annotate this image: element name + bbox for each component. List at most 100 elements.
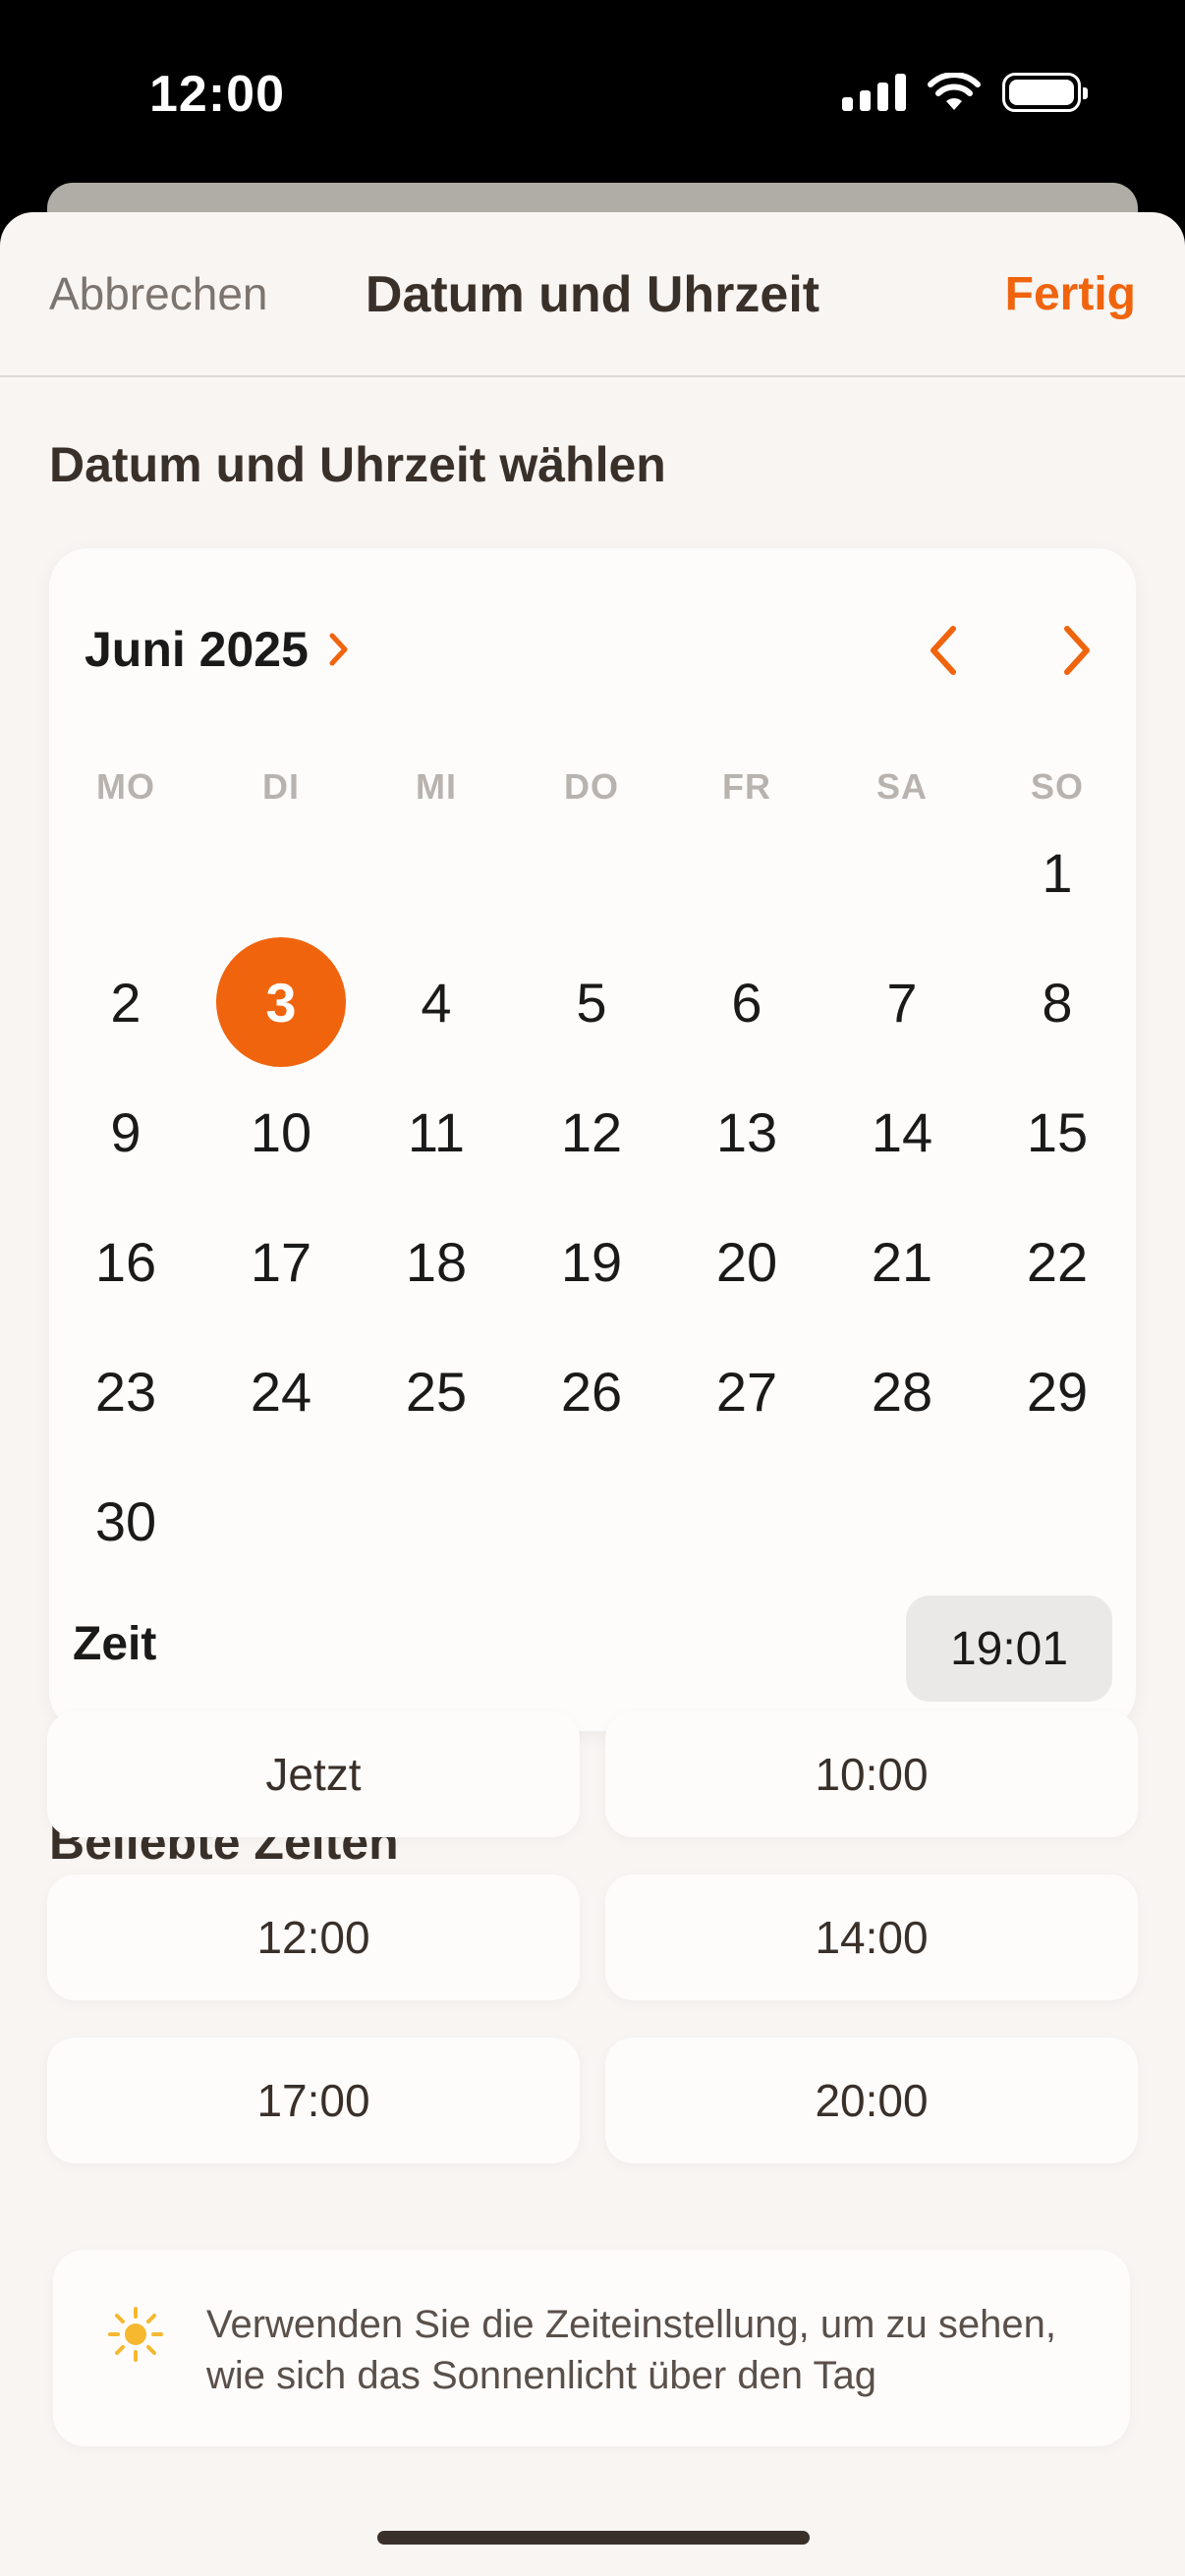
weekday-header: MO DI MI DO FR SA SO [49, 766, 1136, 808]
info-card: Verwenden Sie die Zeiteinstellung, um zu… [53, 2250, 1130, 2446]
day-number: 20 [715, 1230, 778, 1293]
day-number: 25 [405, 1360, 468, 1423]
day-empty [202, 808, 360, 937]
day-number: 2 [110, 971, 141, 1034]
day-number: 26 [560, 1360, 623, 1423]
month-selector[interactable]: Juni 2025 [85, 621, 350, 678]
day-cell[interactable]: 22 [979, 1197, 1136, 1326]
select-section-title: Datum und Uhrzeit wählen [49, 437, 666, 492]
day-number: 27 [715, 1360, 778, 1423]
popular-time-button[interactable]: 20:00 [605, 2038, 1138, 2163]
day-number: 21 [871, 1230, 933, 1293]
day-number: 22 [1026, 1230, 1089, 1293]
weekday-label: MI [416, 766, 457, 807]
month-navigation [904, 611, 1116, 690]
day-cell[interactable]: 15 [979, 1067, 1136, 1197]
day-cell[interactable]: 2 [47, 937, 204, 1067]
day-cell[interactable]: 14 [823, 1067, 981, 1197]
popular-time-button[interactable]: 12:00 [47, 1875, 580, 2000]
weekday-label: SO [1030, 766, 1084, 807]
popular-time-button[interactable]: 10:00 [605, 1711, 1138, 1837]
month-label: Juni 2025 [85, 622, 309, 677]
time-picker-button[interactable]: 19:01 [906, 1596, 1112, 1702]
day-cell[interactable]: 7 [823, 937, 981, 1067]
day-number: 12 [560, 1100, 623, 1163]
time-row: Zeit 19:01 [73, 1596, 1112, 1704]
day-number: 9 [110, 1100, 141, 1163]
previous-month-button[interactable] [904, 611, 983, 690]
day-cell[interactable]: 8 [979, 937, 1136, 1067]
day-cell[interactable]: 10 [202, 1067, 360, 1197]
day-number: 4 [421, 971, 452, 1034]
day-number: 23 [94, 1360, 157, 1423]
day-cell[interactable]: 27 [668, 1326, 825, 1456]
day-number: 1 [1042, 841, 1073, 904]
home-indicator[interactable] [377, 2531, 810, 2545]
day-cell[interactable]: 5 [513, 937, 670, 1067]
day-cell[interactable]: 25 [358, 1326, 515, 1456]
day-cell[interactable]: 18 [358, 1197, 515, 1326]
day-empty [513, 808, 670, 937]
day-empty [47, 808, 204, 937]
day-cell[interactable]: 16 [47, 1197, 204, 1326]
day-cell[interactable]: 26 [513, 1326, 670, 1456]
day-cell[interactable]: 19 [513, 1197, 670, 1326]
popular-time-button[interactable]: 17:00 [47, 2038, 580, 2163]
day-number: 18 [405, 1230, 468, 1293]
day-cell-selected[interactable]: 3 [202, 937, 360, 1067]
day-cell[interactable]: 29 [979, 1326, 1136, 1456]
day-number: 24 [250, 1360, 312, 1423]
day-cell[interactable]: 13 [668, 1067, 825, 1197]
day-empty [668, 808, 825, 937]
sun-icon [108, 2307, 163, 2362]
day-number: 14 [871, 1100, 933, 1163]
chevron-right-icon [1064, 626, 1090, 675]
nav-bar: Abbrechen Datum und Uhrzeit Fertig [0, 212, 1185, 377]
day-number: 10 [250, 1100, 312, 1163]
day-cell[interactable]: 23 [47, 1326, 204, 1456]
weekday-label: FR [722, 766, 771, 807]
popular-times-grid: Jetzt 10:00 12:00 14:00 17:00 20:00 [47, 1711, 1138, 2163]
next-month-button[interactable] [1038, 611, 1116, 690]
weekday-label: MO [96, 766, 155, 807]
day-cell[interactable]: 21 [823, 1197, 981, 1326]
calendar-card: Juni 2025 MO DI MI DO FR SA SO 1 2 3 4 5… [49, 548, 1136, 1731]
day-cell[interactable]: 1 [979, 808, 1136, 937]
day-cell[interactable]: 30 [47, 1456, 204, 1586]
day-empty [823, 808, 981, 937]
day-cell[interactable]: 28 [823, 1326, 981, 1456]
day-number: 28 [871, 1360, 933, 1423]
done-button[interactable]: Fertig [1005, 267, 1136, 321]
status-time: 12:00 [149, 66, 285, 123]
day-cell[interactable]: 12 [513, 1067, 670, 1197]
day-cell[interactable]: 17 [202, 1197, 360, 1326]
day-number: 17 [250, 1230, 312, 1293]
status-icons [842, 73, 1088, 112]
day-cell[interactable]: 24 [202, 1326, 360, 1456]
weekday-label: SA [875, 766, 928, 807]
day-grid: 1 2 3 4 5 6 7 8 9 10 11 12 13 14 15 16 17 18 19 20 21 22 23 24 2… [49, 808, 1136, 1586]
weekday-label: DO [564, 766, 619, 807]
time-label: Zeit [73, 1618, 157, 1670]
wifi-icon [928, 73, 981, 110]
day-number: 13 [715, 1100, 778, 1163]
day-cell[interactable]: 11 [358, 1067, 515, 1197]
day-empty [358, 808, 515, 937]
weekday-label: DI [262, 766, 300, 807]
day-number: 7 [886, 971, 918, 1034]
day-number: 3 [216, 937, 346, 1067]
day-cell[interactable]: 4 [358, 937, 515, 1067]
status-bar: 12:00 [0, 0, 1185, 187]
popular-time-button[interactable]: 14:00 [605, 1875, 1138, 2000]
day-number: 16 [94, 1230, 157, 1293]
day-number: 29 [1026, 1360, 1089, 1423]
day-cell[interactable]: 20 [668, 1197, 825, 1326]
battery-icon [1002, 73, 1088, 112]
date-time-sheet: Abbrechen Datum und Uhrzeit Fertig Datum… [0, 212, 1185, 2576]
day-number: 15 [1026, 1100, 1089, 1163]
day-number: 11 [407, 1100, 466, 1163]
day-cell[interactable]: 9 [47, 1067, 204, 1197]
day-cell[interactable]: 6 [668, 937, 825, 1067]
popular-time-now-button[interactable]: Jetzt [47, 1711, 580, 1837]
day-number: 19 [560, 1230, 623, 1293]
